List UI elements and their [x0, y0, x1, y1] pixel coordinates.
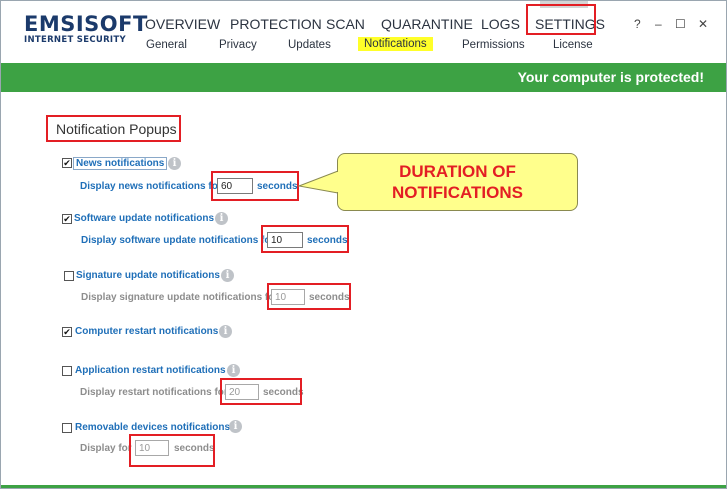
bottom-bar — [1, 485, 726, 488]
callout-text: DURATION OF NOTIFICATIONS — [337, 161, 578, 203]
app-window: EMSISOFT INTERNET SECURITY OVERVIEW PROT… — [0, 0, 727, 489]
callout-pointer-join — [337, 172, 339, 192]
callout-line-1: DURATION OF — [399, 162, 516, 181]
callout-line-2: NOTIFICATIONS — [392, 183, 523, 202]
